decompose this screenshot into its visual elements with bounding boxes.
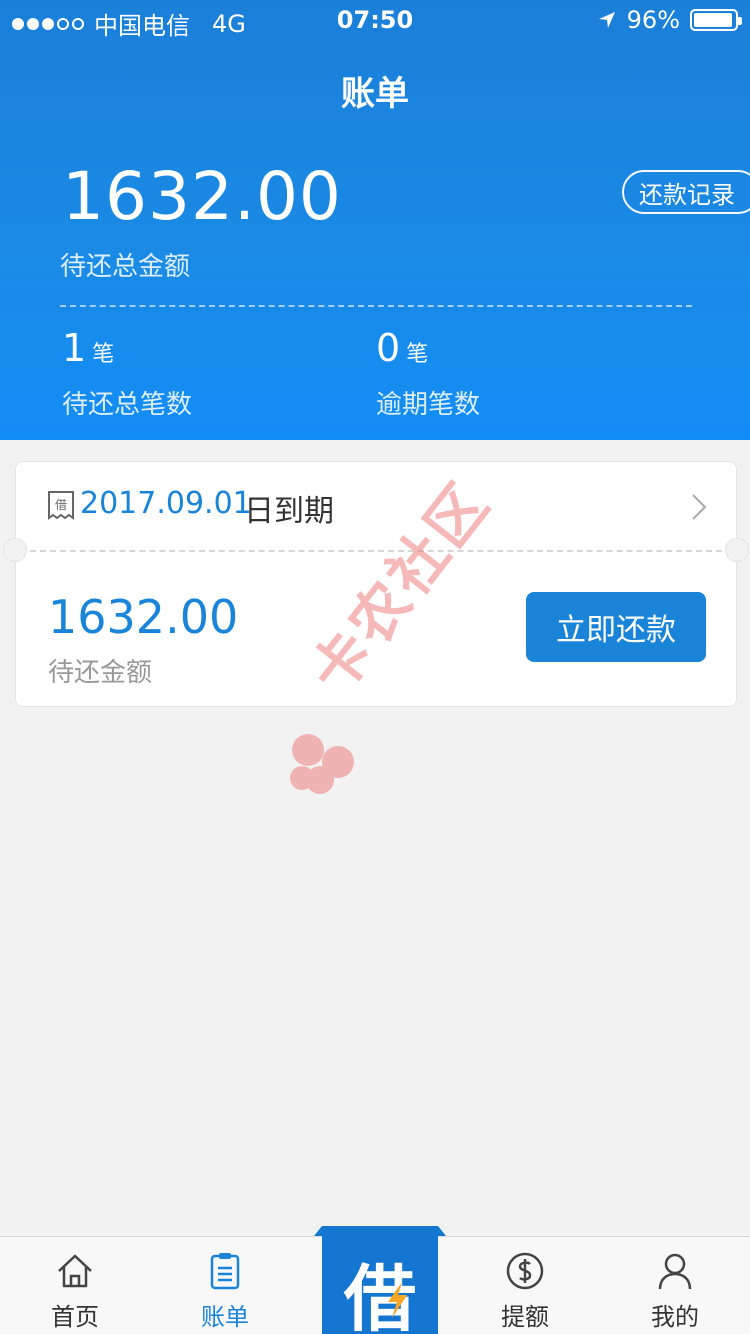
card-notch-left bbox=[3, 538, 27, 562]
repayment-history-button[interactable]: 还款记录 bbox=[622, 170, 750, 214]
tab-home-label: 首页 bbox=[51, 1303, 99, 1331]
battery-percent: 96% bbox=[626, 6, 680, 34]
tab-mine[interactable]: 我的 bbox=[600, 1237, 750, 1334]
tab-quota[interactable]: 提额 bbox=[450, 1237, 600, 1334]
status-right: 96% bbox=[597, 6, 742, 34]
pending-count-label: 待还总笔数 bbox=[62, 390, 193, 420]
borrow-button[interactable]: 借 bbox=[314, 1226, 446, 1334]
tab-bill[interactable]: 账单 bbox=[150, 1237, 300, 1334]
status-bar: 中国电信 4G 07:50 96% bbox=[0, 0, 750, 40]
borrow-button-cap bbox=[314, 1226, 446, 1236]
location-arrow-icon bbox=[598, 12, 615, 28]
borrow-label: 借 bbox=[343, 1257, 416, 1334]
bill-list-icon bbox=[210, 1253, 240, 1290]
bill-header: 中国电信 4G 07:50 96% 账单 1632.00 待还总金额 还款记录 … bbox=[0, 0, 750, 440]
due-date: 2017.09.01 bbox=[80, 486, 252, 521]
repay-now-button[interactable]: 立即还款 bbox=[526, 592, 706, 662]
total-amount: 1632.00 bbox=[62, 158, 342, 235]
receipt-icon-char: 借 bbox=[55, 498, 67, 512]
receipt-icon: 借 bbox=[48, 491, 74, 520]
dollar-circle-icon bbox=[506, 1252, 544, 1290]
total-amount-label: 待还总金额 bbox=[60, 252, 191, 282]
overdue-count-stat: 0笔 逾期笔数 bbox=[376, 326, 480, 421]
pending-count-stat: 1笔 待还总笔数 bbox=[62, 326, 192, 421]
tab-bill-label: 账单 bbox=[201, 1303, 249, 1331]
page-title: 账单 bbox=[341, 74, 409, 114]
overdue-unit: 笔 bbox=[406, 342, 429, 367]
overdue-count-label: 逾期笔数 bbox=[376, 390, 481, 420]
tab-quota-label: 提额 bbox=[501, 1303, 549, 1331]
pending-unit: 笔 bbox=[92, 342, 115, 367]
home-icon bbox=[58, 1254, 92, 1288]
bill-amount: 1632.00 bbox=[48, 590, 239, 644]
header-divider bbox=[60, 305, 692, 307]
pending-count: 1 bbox=[62, 326, 87, 370]
chevron-right-icon bbox=[692, 494, 707, 520]
battery-level bbox=[694, 13, 733, 27]
battery-icon bbox=[690, 9, 742, 31]
bill-amount-label: 待还金额 bbox=[48, 658, 153, 688]
overdue-count: 0 bbox=[376, 326, 401, 370]
bill-card-header[interactable]: 借 2017.09.01 日到期 bbox=[16, 462, 736, 550]
due-suffix: 日到期 bbox=[244, 494, 334, 529]
card-notch-right bbox=[725, 538, 749, 562]
tab-mine-label: 我的 bbox=[651, 1303, 699, 1331]
lightning-icon bbox=[388, 1282, 407, 1318]
tab-home[interactable]: 首页 bbox=[0, 1237, 150, 1334]
user-icon bbox=[658, 1253, 692, 1290]
